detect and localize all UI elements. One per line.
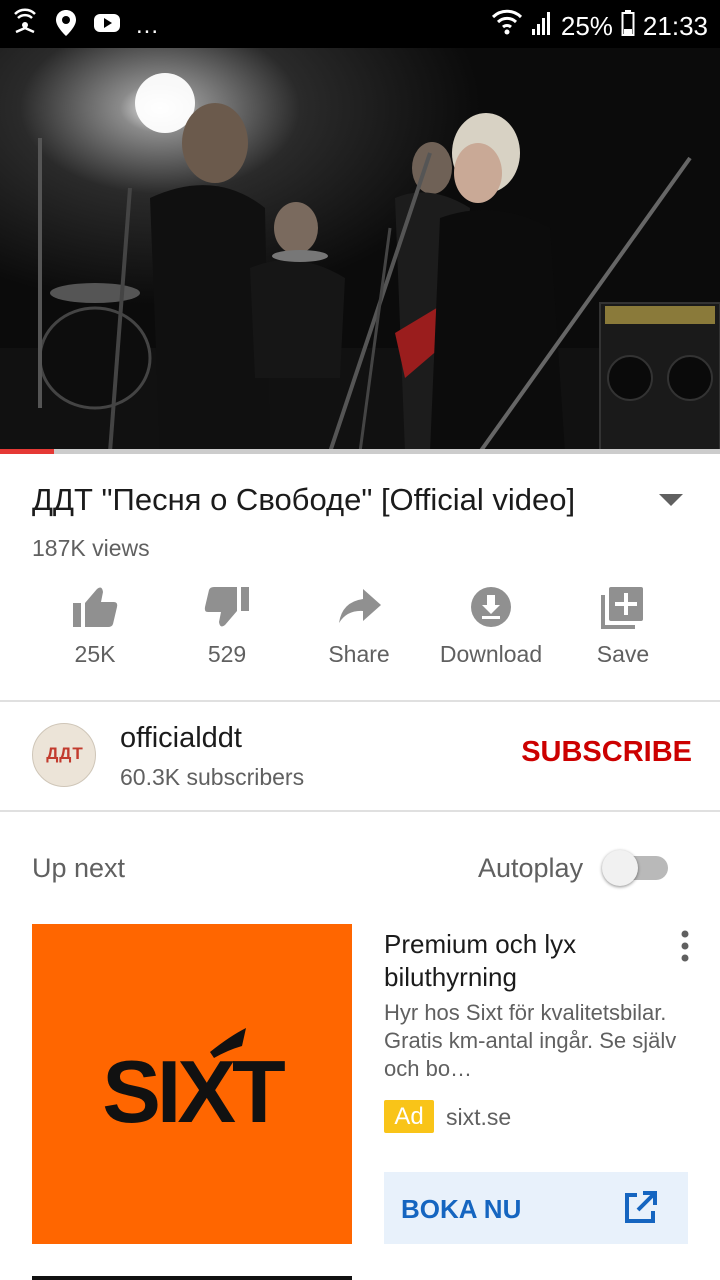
view-count: 187K views [32, 535, 150, 561]
sixt-logo: SIXT [102, 1028, 289, 1141]
ad-thumbnail[interactable]: SIXT [32, 924, 352, 1244]
next-video-thumbnail[interactable] [32, 1276, 352, 1280]
cell-signal-icon [531, 9, 553, 44]
ad-badge: Ad [384, 1100, 434, 1133]
channel-name[interactable]: officialddt [120, 722, 242, 755]
battery-icon [621, 9, 635, 44]
expand-description-icon[interactable] [656, 490, 686, 510]
wifi-hotspot-icon [10, 8, 40, 43]
video-frame [0, 73, 720, 452]
ad-description: Hyr hos Sixt för kvalitetsbilar. Gratis … [384, 1000, 677, 1081]
save-playlist-icon [601, 587, 643, 629]
video-player[interactable] [0, 48, 720, 452]
ad-cta-button[interactable]: BOKA NU [384, 1172, 688, 1244]
clock: 21:33 [642, 11, 708, 41]
like-count: 25K [74, 641, 116, 667]
download-icon [471, 587, 511, 627]
status-bar: ... 25% 21:33 [0, 0, 720, 48]
channel-avatar[interactable]: ДДТ [32, 723, 96, 787]
share-button[interactable]: Share [294, 585, 424, 685]
location-pin-icon [54, 8, 78, 43]
download-label: Download [439, 641, 543, 667]
subscriber-count: 60.3K subscribers [120, 764, 305, 790]
share-label: Share [328, 641, 390, 667]
divider [0, 700, 720, 702]
ad-title[interactable]: Premium och lyx biluthyrning [384, 928, 644, 994]
thumbs-up-icon [73, 587, 118, 627]
battery-percent: 25% [560, 11, 613, 41]
video-title[interactable]: ДДТ "Песня о Свободе" [Official video] [32, 480, 632, 520]
up-next-label: Up next [32, 853, 126, 883]
share-arrow-icon [339, 589, 381, 623]
subscribe-button[interactable]: SUBSCRIBE [516, 736, 692, 780]
video-actions: 25K 529 Share Download Save [0, 585, 720, 685]
autoplay-label: Autoplay [478, 853, 584, 883]
autoplay-toggle-thumb [602, 850, 638, 886]
save-label: Save [596, 641, 650, 667]
sixt-logo-text: SIXT [102, 1042, 285, 1141]
thumbs-down-icon [204, 587, 249, 627]
ad-domain: sixt.se [446, 1104, 512, 1130]
like-button[interactable]: 25K [30, 585, 160, 685]
video-progress-bar[interactable] [0, 449, 720, 454]
divider [0, 810, 720, 812]
download-button[interactable]: Download [426, 585, 556, 685]
ad-cta-label: BOKA NU [401, 1194, 522, 1224]
external-link-icon [625, 1191, 657, 1223]
autoplay-toggle[interactable] [602, 850, 668, 886]
more-options-icon[interactable] [670, 928, 700, 964]
dislike-count: 529 [207, 641, 247, 667]
video-progress-played [0, 449, 54, 454]
more-notifications-indicator: ... [136, 11, 160, 39]
channel-avatar-logo: ДДТ [46, 744, 84, 763]
wifi-signal-icon [491, 8, 523, 45]
youtube-icon [92, 8, 122, 43]
save-button[interactable]: Save [558, 585, 688, 685]
dislike-button[interactable]: 529 [162, 585, 292, 685]
